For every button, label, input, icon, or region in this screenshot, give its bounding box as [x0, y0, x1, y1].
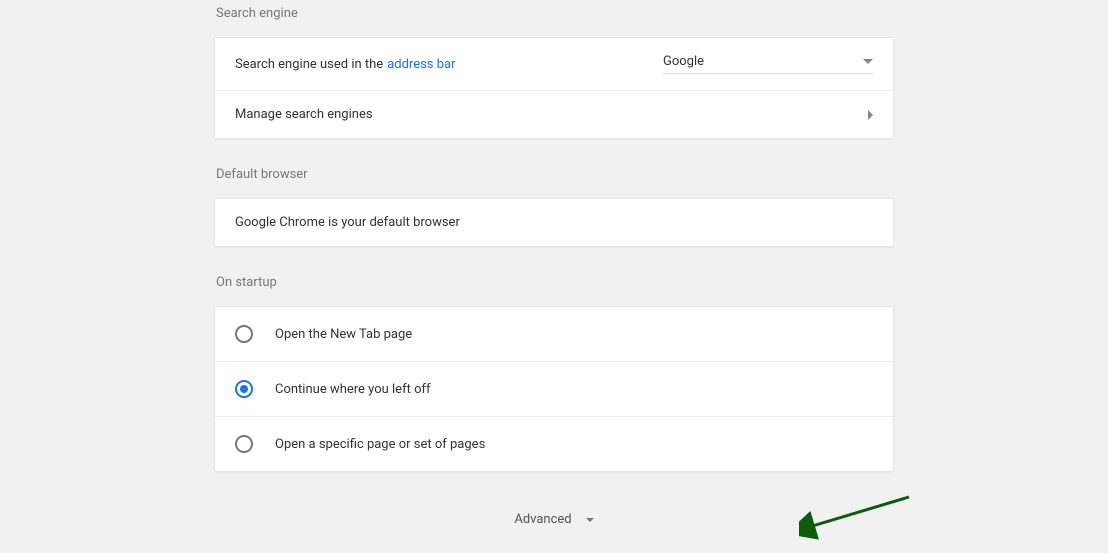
address-bar-link[interactable]: address bar [387, 57, 455, 72]
startup-option-label: Open a specific page or set of pages [275, 437, 485, 452]
search-engine-selected-value: Google [663, 54, 704, 69]
startup-option-specific-pages[interactable]: Open a specific page or set of pages [215, 416, 893, 471]
manage-search-engines-label: Manage search engines [235, 107, 373, 122]
chevron-down-icon [863, 59, 873, 64]
chevron-down-icon [586, 518, 594, 522]
startup-option-label: Continue where you left off [275, 382, 431, 397]
section-title-default-browser: Default browser [214, 167, 894, 182]
annotation-arrow [799, 492, 919, 542]
startup-option-label: Open the New Tab page [275, 327, 412, 342]
section-title-search-engine: Search engine [214, 6, 894, 21]
search-engine-card: Search engine used in the address bar Go… [214, 37, 894, 139]
radio-button [235, 325, 253, 343]
section-title-on-startup: On startup [214, 275, 894, 290]
advanced-label: Advanced [514, 512, 571, 527]
startup-option-new-tab[interactable]: Open the New Tab page [215, 307, 893, 361]
search-engine-dropdown[interactable]: Google [663, 54, 873, 74]
radio-button [235, 380, 253, 398]
chevron-right-icon [868, 110, 873, 120]
manage-search-engines-row[interactable]: Manage search engines [215, 90, 893, 138]
search-engine-address-bar-row: Search engine used in the address bar Go… [215, 38, 893, 90]
startup-option-continue[interactable]: Continue where you left off [215, 361, 893, 416]
on-startup-card: Open the New Tab page Continue where you… [214, 306, 894, 472]
default-browser-status: Google Chrome is your default browser [235, 215, 460, 230]
search-engine-label-prefix: Search engine used in the [235, 57, 383, 72]
advanced-toggle[interactable]: Advanced [214, 512, 894, 527]
default-browser-card: Google Chrome is your default browser [214, 198, 894, 247]
radio-button [235, 435, 253, 453]
